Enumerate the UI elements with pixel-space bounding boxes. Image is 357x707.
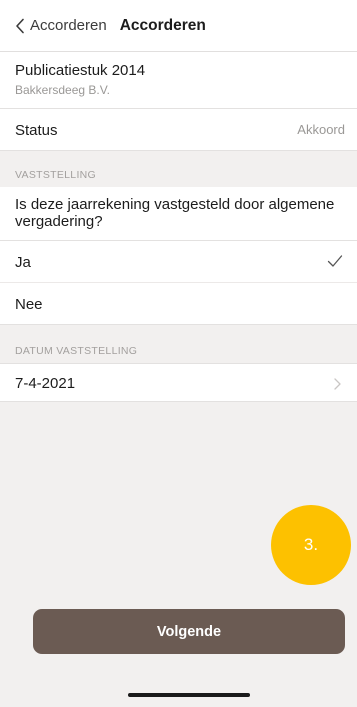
back-button[interactable]: Accorderen bbox=[15, 17, 107, 34]
page-title: Accorderen bbox=[119, 16, 206, 34]
screen: Accorderen Accorderen Publicatiestuk 201… bbox=[0, 0, 357, 707]
status-value: Akkoord bbox=[297, 122, 345, 137]
option-ja-label: Ja bbox=[15, 254, 31, 271]
home-indicator[interactable] bbox=[128, 693, 250, 697]
chevron-left-icon bbox=[16, 18, 24, 33]
status-row: Status Akkoord bbox=[0, 109, 357, 151]
step-badge: 3. bbox=[271, 505, 351, 585]
chevron-right-icon bbox=[334, 378, 341, 390]
next-button[interactable]: Volgende bbox=[33, 609, 345, 654]
date-value: 7-4-2021 bbox=[15, 375, 76, 392]
checkmark-icon bbox=[327, 255, 343, 267]
question-text: Is deze jaarrekening vastgesteld door al… bbox=[15, 196, 335, 230]
document-title: Publicatiestuk 2014 bbox=[15, 62, 146, 79]
status-label: Status bbox=[15, 122, 58, 139]
date-row[interactable]: 7-4-2021 bbox=[0, 363, 357, 402]
back-button-label: Accorderen bbox=[30, 17, 107, 34]
question-row: Is deze jaarrekening vastgesteld door al… bbox=[0, 187, 357, 241]
document-header: Publicatiestuk 2014 Bakkersdeeg B.V. bbox=[0, 52, 357, 109]
option-ja[interactable]: Ja bbox=[0, 241, 357, 283]
navigation-bar: Accorderen Accorderen bbox=[0, 0, 357, 52]
vaststelling-section-header: VASTSTELLING bbox=[15, 169, 97, 181]
option-nee[interactable]: Nee bbox=[0, 283, 357, 325]
company-name: Bakkersdeeg B.V. bbox=[15, 83, 110, 97]
datum-section-header: DATUM VASTSTELLING bbox=[15, 345, 138, 357]
option-nee-label: Nee bbox=[15, 296, 43, 313]
